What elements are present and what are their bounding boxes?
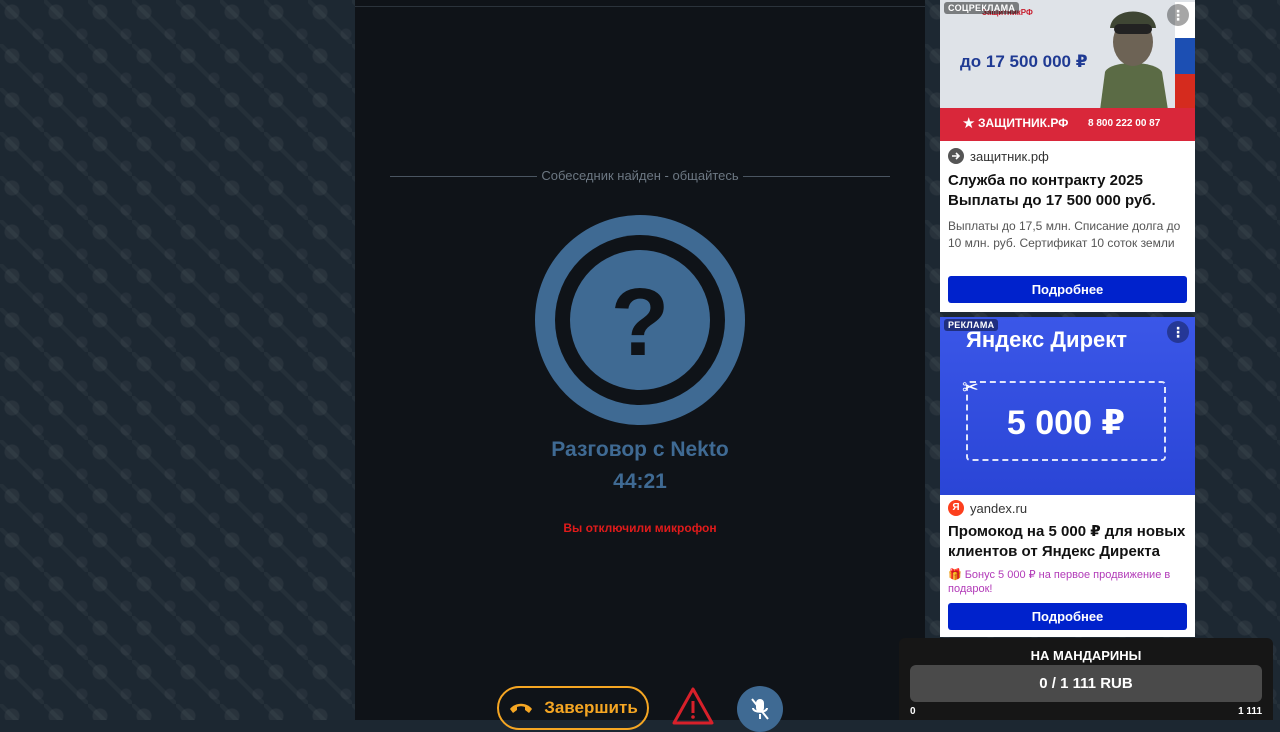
yandex-logo-icon: Я [948,500,964,516]
status-divider-right [743,176,890,177]
ad-label: СОЦРЕКЛАМА [944,2,1020,14]
banner-site-name: ЗАЩИТНИК.РФ [978,116,1069,130]
ad-domain-row: защитник.рф [948,148,1049,164]
warning-triangle-icon[interactable] [671,686,715,726]
ad-more-button[interactable]: Подробнее [948,603,1187,630]
coupon-amount: 5 000 ₽ [1006,404,1126,442]
ad-domain: yandex.ru [970,500,1028,516]
ad-domain-row: Я yandex.ru [948,500,1027,516]
ad-card-zashchitnik[interactable]: ЗащитникРФ до 17 500 000 ₽ ★ ЗАЩИТНИК.РФ… [940,0,1195,312]
ad-menu-icon[interactable]: ⋮ [1167,321,1189,343]
ad-banner-image: Яндекс Директ ✂ 5 000 ₽ [940,317,1195,495]
donation-progress-text: 0 / 1 111 RUB [1039,675,1133,692]
top-divider [355,6,925,7]
ad-domain: защитник.рф [970,148,1049,164]
donation-goal-widget: НА МАНДАРИНЫ 0 / 1 111 RUB 0 1 111 [899,638,1273,720]
arrow-circle-icon [948,148,964,164]
star-icon: ★ [962,115,976,132]
chat-panel: Собеседник найден - общайтесь ? Разговор… [355,0,925,732]
donation-min-label: 0 [910,706,916,717]
donation-progress-bar: 0 / 1 111 RUB [910,665,1262,702]
conversation-title: Разговор с Nekto [551,438,729,461]
banner-amount: до 17 500 000 ₽ [960,52,1088,71]
status-row: Собеседник найден - общайтесь [390,168,890,184]
end-call-button[interactable]: Завершить [497,686,649,730]
donation-title: НА МАНДАРИНЫ [1030,648,1142,663]
banner-phone: 8 800 222 00 87 [1088,118,1161,129]
ad-menu-icon[interactable]: ⋮ [1167,4,1189,26]
avatar-question-mark: ? [611,269,670,376]
microphone-toggle-button[interactable] [737,686,783,732]
ad-label: РЕКЛАМА [944,319,999,331]
ad-card-yandex-direct[interactable]: Яндекс Директ ✂ 5 000 ₽ РЕКЛАМА ⋮ Я yand… [940,317,1195,637]
ad-headline: Служба по контракту 2025 Выплаты до 17 5… [948,172,1156,209]
end-call-label: Завершить [544,698,638,717]
ad-more-button[interactable]: Подробнее [948,276,1187,303]
ad-bonus-row: 🎁 Бонус 5 000 ₽ на первое продвижение в п… [948,568,1193,596]
microphone-off-icon [751,698,769,720]
ad-banner-image: ЗащитникРФ до 17 500 000 ₽ ★ ЗАЩИТНИК.РФ… [940,0,1195,141]
coupon-frame: 5 000 ₽ [966,381,1166,461]
call-timer: 44:21 [613,470,667,493]
banner-bottom-strip: ★ ЗАЩИТНИК.РФ 8 800 222 00 87 [940,108,1195,141]
mic-disabled-warning: Вы отключили микрофон [563,521,717,535]
ad-bonus-text: Бонус 5 000 ₽ на первое продвижение в по… [948,569,1171,595]
left-pattern-background [0,0,355,720]
donation-max-label: 1 111 [1238,706,1262,717]
ad-description: Выплаты до 17,5 млн. Списание долга до 1… [948,219,1181,250]
unknown-user-avatar-icon: ? [535,215,745,425]
ad-headline: Промокод на 5 000 ₽ для новых клиентов о… [948,523,1186,560]
phone-hangup-icon [510,703,533,713]
gift-icon: 🎁 [948,569,962,581]
